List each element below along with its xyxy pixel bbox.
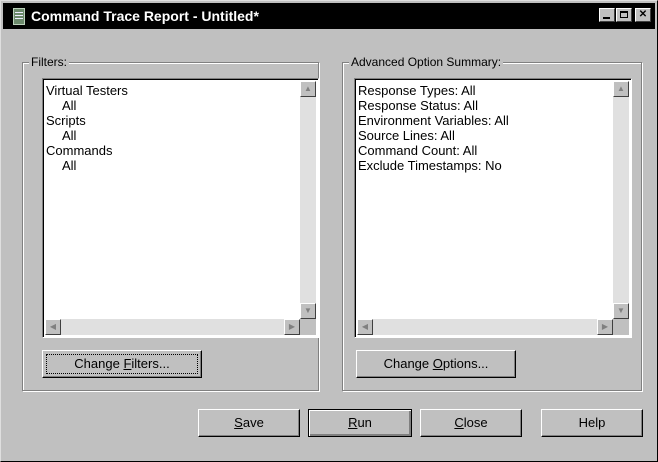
filter-list-item[interactable]: Commands [46,143,128,158]
save-button[interactable]: Save [198,409,300,437]
filter-list-item[interactable]: All [46,98,128,113]
scroll-up-icon[interactable]: ▲ [300,81,316,97]
advanced-horizontal-scrollbar[interactable]: ◀ ▶ [357,319,613,335]
filters-listbox[interactable]: Virtual Testers All Scripts All Commands All … [42,78,319,338]
scroll-corner [300,319,316,335]
scroll-up-icon[interactable]: ▲ [613,81,629,97]
filter-list-item[interactable]: All [46,158,128,173]
window-title: Command Trace Report - Untitled* [31,8,259,24]
scroll-right-icon[interactable]: ▶ [597,319,613,335]
filters-vertical-scrollbar[interactable]: ▲ ▼ [300,81,316,319]
maximize-icon [620,11,628,18]
run-button[interactable]: Run [308,409,412,437]
close-button[interactable]: Close [420,409,522,437]
close-window-button[interactable]: ✕ [635,8,651,22]
scroll-right-icon[interactable]: ▶ [284,319,300,335]
advanced-vertical-scrollbar[interactable]: ▲ ▼ [613,81,629,319]
filter-list-item[interactable]: All [46,128,128,143]
advanced-option-item[interactable]: Environment Variables: All [358,113,509,128]
scroll-down-icon[interactable]: ▼ [613,303,629,319]
filters-legend: Filters: [29,55,69,69]
advanced-option-item[interactable]: Response Status: All [358,98,509,113]
advanced-option-item[interactable]: Exclude Timestamps: No [358,158,509,173]
scroll-left-icon[interactable]: ◀ [357,319,373,335]
scroll-corner [613,319,629,335]
change-options-button[interactable]: Change Options... [356,350,516,378]
filter-list-item[interactable]: Virtual Testers [46,83,128,98]
scroll-down-icon[interactable]: ▼ [300,303,316,319]
filters-horizontal-scrollbar[interactable]: ◀ ▶ [45,319,300,335]
advanced-option-item[interactable]: Response Types: All [358,83,509,98]
title-bar[interactable]: Command Trace Report - Untitled* ✕ [3,3,655,29]
advanced-legend: Advanced Option Summary: [349,55,504,69]
advanced-summary-listbox[interactable]: Response Types: All Response Status: All E… [354,78,632,338]
minimize-icon [603,17,610,19]
advanced-option-item[interactable]: Source Lines: All [358,128,509,143]
change-filters-button[interactable]: Change Filters... [42,350,202,378]
minimize-button[interactable] [599,8,615,22]
advanced-option-item[interactable]: Command Count: All [358,143,509,158]
close-icon: ✕ [638,9,648,20]
filter-list-item[interactable]: Scripts [46,113,128,128]
help-button[interactable]: Help [541,409,643,437]
scroll-left-icon[interactable]: ◀ [45,319,61,335]
report-icon[interactable] [13,8,25,25]
maximize-button[interactable] [616,8,632,22]
